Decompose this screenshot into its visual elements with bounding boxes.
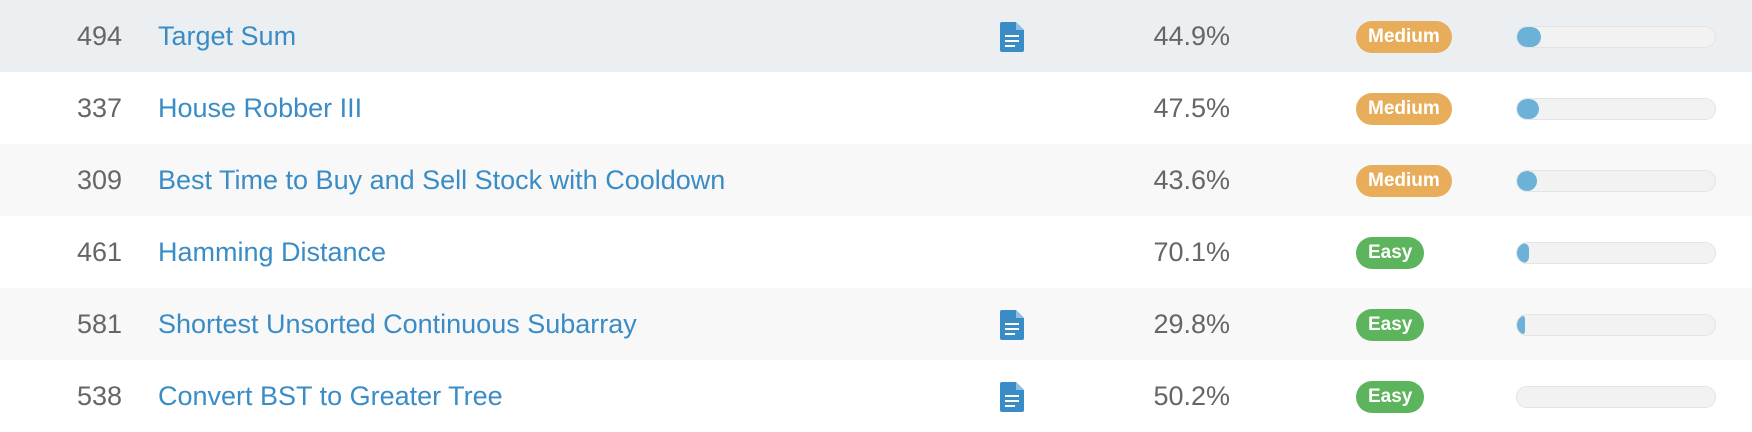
frequency-bar [1516,170,1716,192]
table-row[interactable]: 337 House Robber III 47.5% Medium [0,72,1752,144]
table-row[interactable]: 538 Convert BST to Greater Tree 50.2% Ea… [0,360,1752,432]
problem-id: 581 [76,309,122,339]
problem-table: 494 Target Sum 44.9% Medium 337 House Ro… [0,0,1752,432]
frequency-bar [1516,386,1716,408]
acceptance-rate: 50.2% [1153,381,1230,411]
problem-title-link[interactable]: Best Time to Buy and Sell Stock with Coo… [158,144,725,216]
acceptance-rate: 43.6% [1153,165,1230,195]
document-icon[interactable] [1000,310,1024,340]
problem-title-link[interactable]: Target Sum [158,0,296,72]
difficulty-badge: Medium [1356,21,1452,53]
table-row[interactable]: 494 Target Sum 44.9% Medium [0,0,1752,72]
problem-title-link[interactable]: Shortest Unsorted Continuous Subarray [158,288,637,360]
difficulty-badge: Easy [1356,381,1425,413]
difficulty-badge: Easy [1356,237,1425,269]
difficulty-badge: Medium [1356,93,1452,125]
frequency-fill [1517,243,1529,263]
frequency-fill [1517,171,1537,191]
problem-id: 538 [76,381,122,411]
problem-id: 337 [76,93,122,123]
document-icon[interactable] [1000,22,1024,52]
frequency-fill [1517,27,1541,47]
acceptance-rate: 44.9% [1153,21,1230,51]
difficulty-badge: Medium [1356,165,1452,197]
frequency-bar [1516,314,1716,336]
frequency-bar [1516,242,1716,264]
problem-id: 309 [76,165,122,195]
frequency-fill [1517,315,1525,335]
frequency-bar [1516,98,1716,120]
problem-title-link[interactable]: House Robber III [158,72,362,144]
acceptance-rate: 70.1% [1153,237,1230,267]
table-row[interactable]: 461 Hamming Distance 70.1% Easy [0,216,1752,288]
frequency-fill [1517,99,1539,119]
problem-id: 494 [76,21,122,51]
problem-title-link[interactable]: Convert BST to Greater Tree [158,360,503,432]
document-icon[interactable] [1000,382,1024,412]
table-row[interactable]: 309 Best Time to Buy and Sell Stock with… [0,144,1752,216]
difficulty-badge: Easy [1356,309,1425,341]
frequency-bar [1516,26,1716,48]
acceptance-rate: 47.5% [1153,93,1230,123]
problem-title-link[interactable]: Hamming Distance [158,216,386,288]
acceptance-rate: 29.8% [1153,309,1230,339]
problem-id: 461 [76,237,122,267]
table-row[interactable]: 581 Shortest Unsorted Continuous Subarra… [0,288,1752,360]
